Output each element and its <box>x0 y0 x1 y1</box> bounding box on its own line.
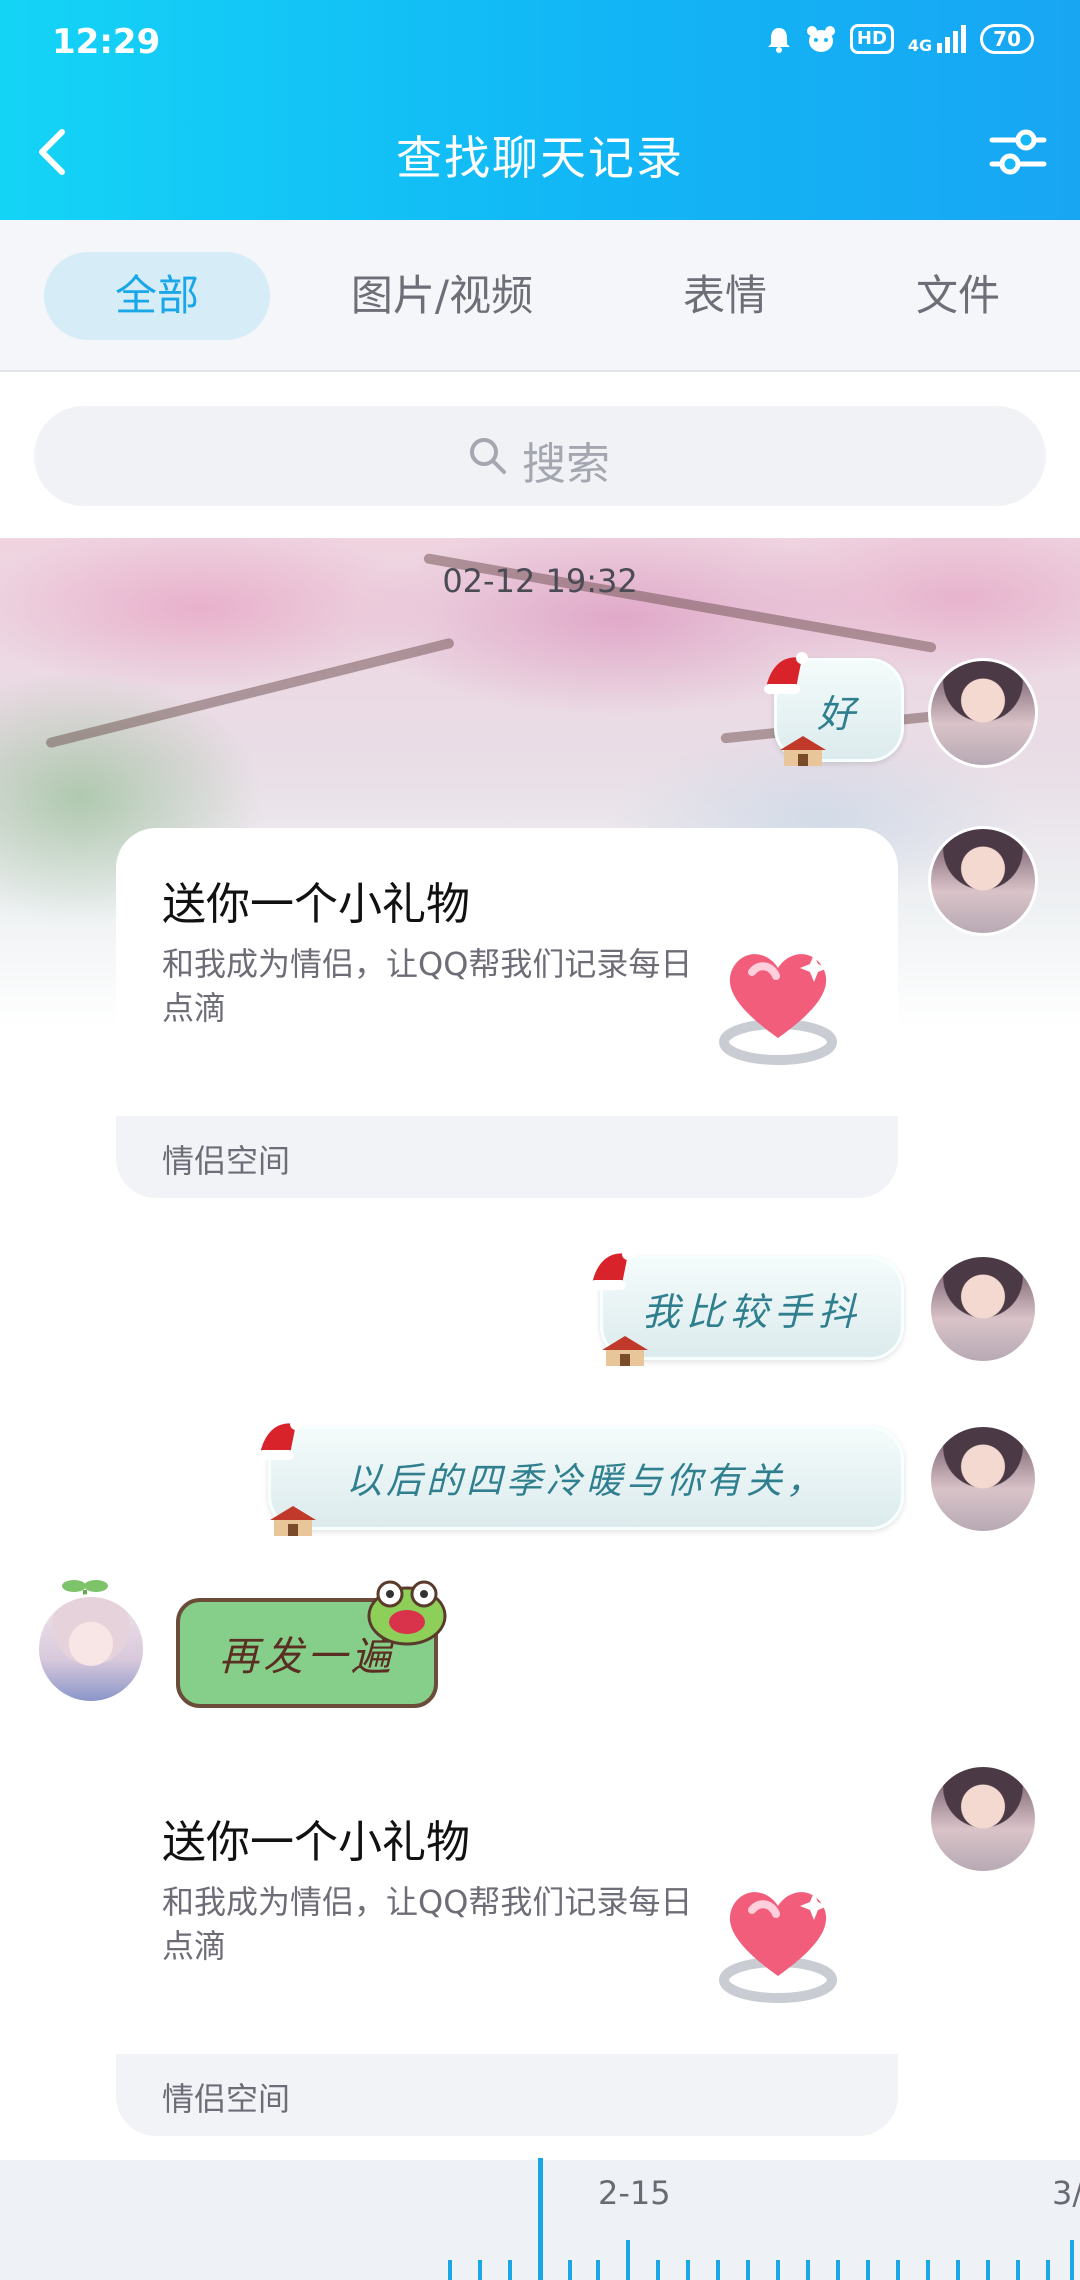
status-time: 12:29 <box>52 22 161 62</box>
tab-stickers[interactable]: 表情 <box>640 252 810 340</box>
tab-files[interactable]: 文件 <box>878 252 1038 340</box>
frog-icon <box>367 1580 447 1646</box>
card-footer: 情侣空间 <box>116 1116 898 1198</box>
chat-history[interactable]: 02-12 19:32 好 送你一个小礼物 和我成为情侣，让QQ帮我们记录每日点… <box>0 538 1080 2160</box>
battery-icon: 70 <box>980 24 1034 54</box>
card-title: 送你一个小礼物 <box>162 879 470 930</box>
signal-4g-icon: 4G <box>907 25 967 55</box>
avatar[interactable] <box>928 658 1038 768</box>
avatar[interactable] <box>928 826 1038 936</box>
message-text: 以后的四季冷暖与你有关， <box>345 1461 826 1502</box>
page-title: 查找聊天记录 <box>396 131 684 185</box>
santa-hat-icon <box>764 652 808 694</box>
card-footer: 情侣空间 <box>116 2054 898 2136</box>
message-bubble[interactable]: 以后的四季冷暖与你有关， <box>268 1426 904 1530</box>
heart-ring-icon <box>719 1892 837 2003</box>
hd-icon: HD <box>849 24 894 54</box>
sliders-icon[interactable] <box>986 120 1050 184</box>
santa-hat-icon <box>258 1418 302 1460</box>
tab-images-videos[interactable]: 图片/视频 <box>322 252 562 340</box>
card-footer-label: 情侣空间 <box>162 1142 291 1180</box>
timeline-current-marker[interactable] <box>538 2158 543 2280</box>
snow-house-icon <box>602 1336 648 1366</box>
heart-ring-icon <box>719 954 837 1065</box>
card-title: 送你一个小礼物 <box>162 1817 470 1868</box>
snow-house-icon <box>780 736 826 766</box>
status-bar: 12:29 HD 4G 70 <box>0 0 1080 90</box>
card-description: 和我成为情侣，让QQ帮我们记录每日点滴 <box>162 945 693 1027</box>
bear-icon <box>806 26 835 52</box>
search-input[interactable]: 搜索 <box>34 406 1046 506</box>
app-header: 12:29 HD 4G 70 查找聊天记录 <box>0 0 1080 220</box>
card-footer-label: 情侣空间 <box>162 2080 291 2118</box>
search-icon <box>470 438 506 474</box>
status-icons: HD 4G 70 <box>766 24 1034 54</box>
tab-all[interactable]: 全部 <box>44 252 270 340</box>
nav-bar: 查找聊天记录 <box>0 100 1080 200</box>
santa-hat-icon <box>590 1248 634 1290</box>
filter-tabs: 全部 图片/视频 表情 文件 <box>0 220 1080 372</box>
alarm-icon <box>767 28 790 53</box>
avatar[interactable] <box>928 1424 1038 1534</box>
gift-card[interactable]: 送你一个小礼物 和我成为情侣，让QQ帮我们记录每日点滴 情侣空间 <box>116 828 898 1198</box>
search-placeholder: 搜索 <box>522 439 610 490</box>
gift-card[interactable]: 送你一个小礼物 和我成为情侣，让QQ帮我们记录每日点滴 情侣空间 <box>116 1766 898 2136</box>
avatar[interactable] <box>928 1764 1038 1874</box>
network-label: 4G <box>907 36 933 55</box>
card-description: 和我成为情侣，让QQ帮我们记录每日点滴 <box>162 1883 693 1965</box>
chat-timestamp: 02-12 19:32 <box>442 562 638 600</box>
snow-house-icon <box>270 1506 316 1536</box>
avatar[interactable] <box>928 1254 1038 1364</box>
avatar[interactable] <box>36 1594 146 1704</box>
